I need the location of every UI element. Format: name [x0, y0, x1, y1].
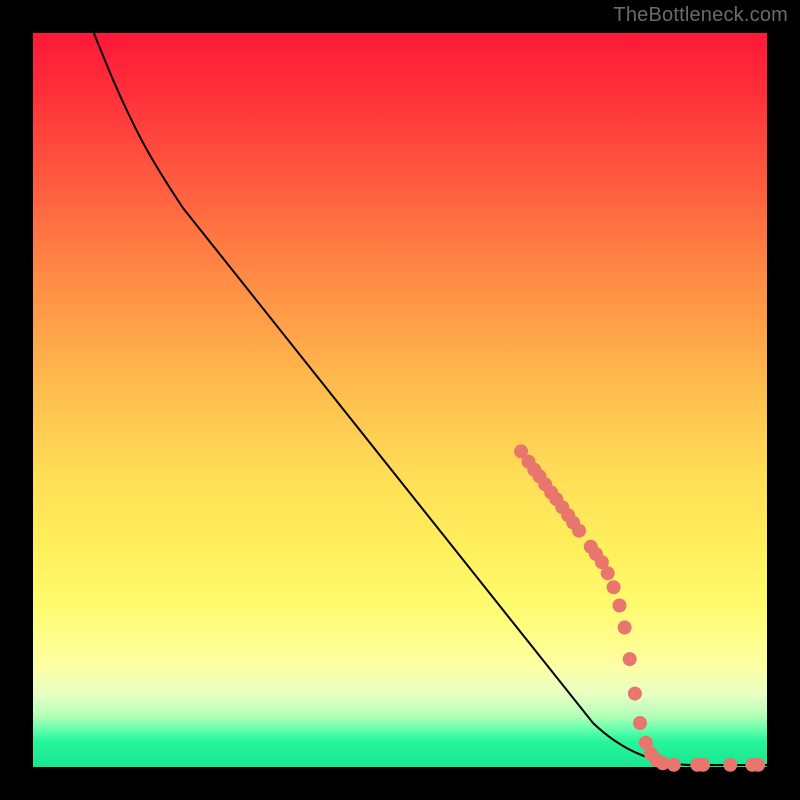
data-point: [572, 524, 586, 538]
data-markers: [514, 444, 765, 771]
data-point: [607, 580, 621, 594]
bottleneck-curve: [93, 31, 773, 765]
data-point: [618, 621, 632, 635]
chart-frame: TheBottleneck.com: [0, 0, 800, 800]
watermark-text: TheBottleneck.com: [613, 4, 788, 27]
curve-layer: [33, 33, 767, 767]
data-point: [751, 758, 765, 772]
data-point: [696, 758, 710, 772]
data-point: [601, 566, 615, 580]
data-point: [723, 758, 737, 772]
data-point: [633, 716, 647, 730]
data-point: [628, 687, 642, 701]
data-point: [613, 599, 627, 613]
data-point: [623, 652, 637, 666]
plot-area: [33, 33, 767, 767]
data-point: [667, 758, 681, 772]
